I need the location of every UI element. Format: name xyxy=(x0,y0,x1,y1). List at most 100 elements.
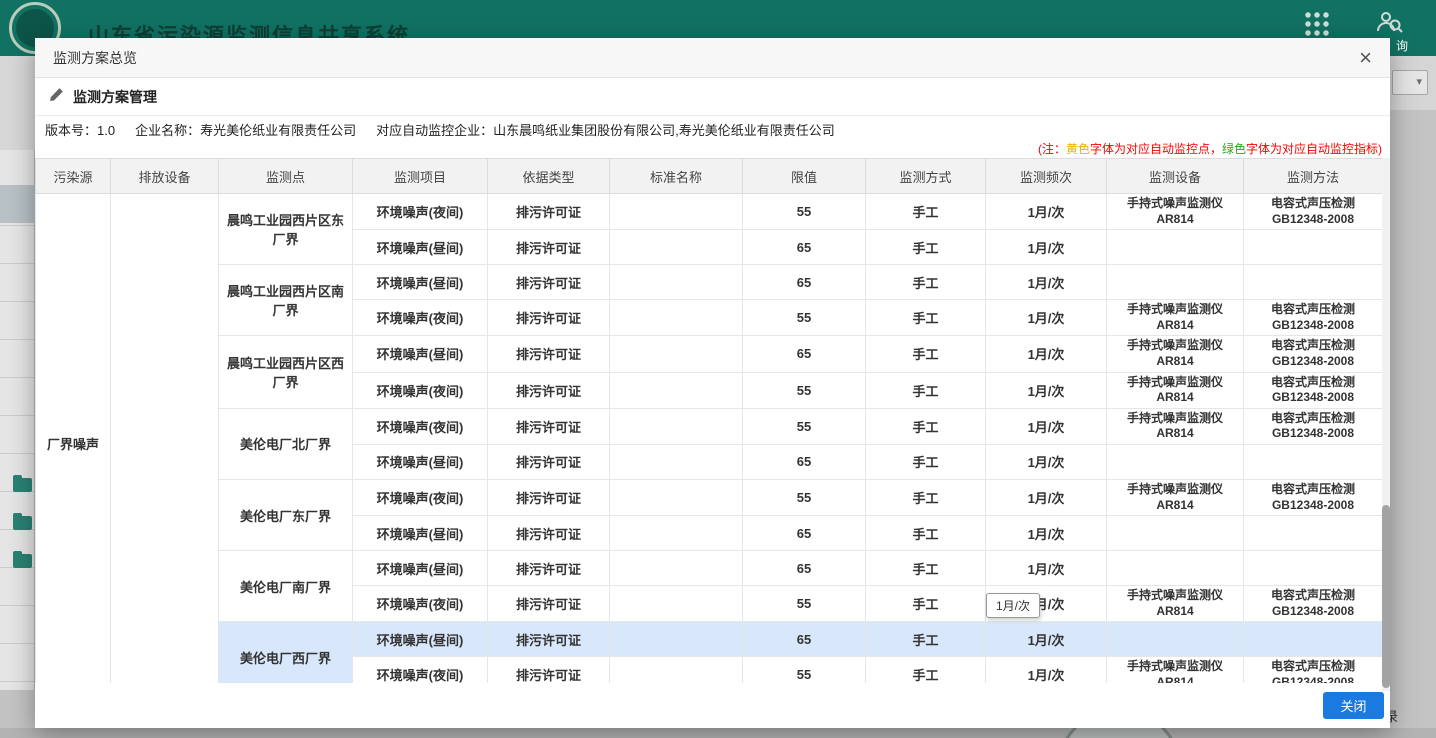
cell-monitor-method[interactable] xyxy=(1244,230,1383,265)
cell-limit-value[interactable]: 55 xyxy=(743,657,866,683)
cell-monitor-item[interactable]: 环境噪声(昼间) xyxy=(353,444,488,479)
cell-monitor-item[interactable]: 环境噪声(昼间) xyxy=(353,622,488,657)
cell-monitor-mode[interactable]: 手工 xyxy=(866,194,986,230)
cell-monitor-mode[interactable]: 手工 xyxy=(866,408,986,444)
cell-monitor-frequency[interactable]: 1月/次 xyxy=(986,516,1107,551)
cell-monitor-item[interactable]: 环境噪声(夜间) xyxy=(353,300,488,336)
cell-pollution-source[interactable]: 厂界噪声 xyxy=(36,194,111,684)
cell-standard-name[interactable] xyxy=(610,265,743,300)
cell-basis-type[interactable]: 排污许可证 xyxy=(488,230,610,265)
cell-monitor-device[interactable] xyxy=(1107,265,1244,300)
cell-monitor-item[interactable]: 环境噪声(夜间) xyxy=(353,194,488,230)
cell-standard-name[interactable] xyxy=(610,230,743,265)
cell-monitor-frequency[interactable]: 1月/次 xyxy=(986,622,1107,657)
cell-monitor-item[interactable]: 环境噪声(夜间) xyxy=(353,479,488,515)
cell-monitor-item[interactable]: 环境噪声(昼间) xyxy=(353,516,488,551)
cell-monitor-point[interactable]: 美伦电厂东厂界 xyxy=(219,479,353,550)
cell-limit-value[interactable]: 65 xyxy=(743,230,866,265)
cell-standard-name[interactable] xyxy=(610,586,743,622)
cell-monitor-item[interactable]: 环境噪声(昼间) xyxy=(353,551,488,586)
cell-monitor-device[interactable] xyxy=(1107,551,1244,586)
cell-monitor-frequency[interactable]: 1月/次 xyxy=(986,265,1107,300)
cell-monitor-item[interactable]: 环境噪声(夜间) xyxy=(353,408,488,444)
cell-limit-value[interactable]: 65 xyxy=(743,265,866,300)
cell-standard-name[interactable] xyxy=(610,516,743,551)
cell-standard-name[interactable] xyxy=(610,444,743,479)
cell-limit-value[interactable]: 55 xyxy=(743,586,866,622)
cell-monitor-mode[interactable]: 手工 xyxy=(866,516,986,551)
cell-monitor-device[interactable]: 手持式噪声监测仪 AR814 xyxy=(1107,479,1244,515)
cell-monitor-method[interactable] xyxy=(1244,444,1383,479)
cell-monitor-frequency[interactable]: 1月/次 xyxy=(986,657,1107,683)
cell-standard-name[interactable] xyxy=(610,194,743,230)
cell-basis-type[interactable]: 排污许可证 xyxy=(488,336,610,372)
cell-monitor-point[interactable]: 美伦电厂南厂界 xyxy=(219,551,353,622)
cell-monitor-device[interactable]: 手持式噪声监测仪 AR814 xyxy=(1107,586,1244,622)
cell-monitor-frequency[interactable]: 1月/次 xyxy=(986,230,1107,265)
cell-monitor-item[interactable]: 环境噪声(昼间) xyxy=(353,265,488,300)
cell-monitor-point[interactable]: 晨鸣工业园西片区南厂界 xyxy=(219,265,353,336)
cell-emission-equipment[interactable] xyxy=(111,194,219,684)
cell-monitor-method[interactable]: 电容式声压检测 GB12348-2008 xyxy=(1244,408,1383,444)
cell-monitor-frequency[interactable]: 1月/次 xyxy=(986,444,1107,479)
cell-basis-type[interactable]: 排污许可证 xyxy=(488,586,610,622)
cell-monitor-item[interactable]: 环境噪声(昼间) xyxy=(353,336,488,372)
table-row[interactable]: 美伦电厂北厂界环境噪声(夜间)排污许可证55手工1月/次手持式噪声监测仪 AR8… xyxy=(36,408,1383,444)
cell-monitor-device[interactable]: 手持式噪声监测仪 AR814 xyxy=(1107,194,1244,230)
cell-standard-name[interactable] xyxy=(610,372,743,408)
cell-monitor-frequency[interactable]: 1月/次 xyxy=(986,372,1107,408)
cell-monitor-method[interactable] xyxy=(1244,622,1383,657)
cell-basis-type[interactable]: 排污许可证 xyxy=(488,300,610,336)
cell-limit-value[interactable]: 65 xyxy=(743,551,866,586)
cell-monitor-item[interactable]: 环境噪声(昼间) xyxy=(353,230,488,265)
cell-monitor-method[interactable]: 电容式声压检测 GB12348-2008 xyxy=(1244,586,1383,622)
cell-limit-value[interactable]: 65 xyxy=(743,622,866,657)
cell-monitor-mode[interactable]: 手工 xyxy=(866,336,986,372)
cell-monitor-device[interactable]: 手持式噪声监测仪 AR814 xyxy=(1107,408,1244,444)
cell-monitor-method[interactable]: 电容式声压检测 GB12348-2008 xyxy=(1244,479,1383,515)
table-row[interactable]: 厂界噪声晨鸣工业园西片区东厂界环境噪声(夜间)排污许可证55手工1月/次手持式噪… xyxy=(36,194,1383,230)
cell-basis-type[interactable]: 排污许可证 xyxy=(488,408,610,444)
cell-monitor-mode[interactable]: 手工 xyxy=(866,622,986,657)
table-row[interactable]: 美伦电厂东厂界环境噪声(夜间)排污许可证55手工1月/次手持式噪声监测仪 AR8… xyxy=(36,479,1383,515)
cell-standard-name[interactable] xyxy=(610,622,743,657)
cell-monitor-frequency[interactable]: 1月/次 xyxy=(986,300,1107,336)
cell-monitor-device[interactable]: 手持式噪声监测仪 AR814 xyxy=(1107,300,1244,336)
cell-monitor-device[interactable] xyxy=(1107,230,1244,265)
cell-basis-type[interactable]: 排污许可证 xyxy=(488,622,610,657)
cell-basis-type[interactable]: 排污许可证 xyxy=(488,657,610,683)
cell-limit-value[interactable]: 55 xyxy=(743,479,866,515)
cell-monitor-method[interactable]: 电容式声压检测 GB12348-2008 xyxy=(1244,657,1383,683)
cell-monitor-mode[interactable]: 手工 xyxy=(866,372,986,408)
table-row[interactable]: 美伦电厂西厂界环境噪声(昼间)排污许可证65手工1月/次 xyxy=(36,622,1383,657)
cell-limit-value[interactable]: 65 xyxy=(743,336,866,372)
close-button[interactable]: 关闭 xyxy=(1323,692,1384,719)
close-icon[interactable]: × xyxy=(1359,48,1372,68)
cell-monitor-frequency[interactable]: 1月/次 xyxy=(986,336,1107,372)
cell-monitor-mode[interactable]: 手工 xyxy=(866,230,986,265)
cell-limit-value[interactable]: 55 xyxy=(743,408,866,444)
cell-monitor-method[interactable] xyxy=(1244,551,1383,586)
table-row[interactable]: 晨鸣工业园西片区西厂界环境噪声(昼间)排污许可证65手工1月/次手持式噪声监测仪… xyxy=(36,336,1383,372)
cell-monitor-mode[interactable]: 手工 xyxy=(866,265,986,300)
cell-basis-type[interactable]: 排污许可证 xyxy=(488,516,610,551)
cell-standard-name[interactable] xyxy=(610,336,743,372)
cell-standard-name[interactable] xyxy=(610,551,743,586)
cell-monitor-mode[interactable]: 手工 xyxy=(866,657,986,683)
cell-basis-type[interactable]: 排污许可证 xyxy=(488,551,610,586)
cell-monitor-frequency[interactable]: 1月/次 xyxy=(986,408,1107,444)
cell-basis-type[interactable]: 排污许可证 xyxy=(488,265,610,300)
scrollbar-thumb[interactable] xyxy=(1382,505,1390,688)
scrollbar-track[interactable] xyxy=(1382,158,1390,691)
cell-monitor-item[interactable]: 环境噪声(夜间) xyxy=(353,586,488,622)
cell-basis-type[interactable]: 排污许可证 xyxy=(488,372,610,408)
cell-limit-value[interactable]: 65 xyxy=(743,444,866,479)
cell-monitor-method[interactable] xyxy=(1244,516,1383,551)
cell-standard-name[interactable] xyxy=(610,408,743,444)
cell-monitor-mode[interactable]: 手工 xyxy=(866,444,986,479)
cell-monitor-frequency[interactable]: 1月/次 xyxy=(986,551,1107,586)
cell-monitor-device[interactable]: 手持式噪声监测仪 AR814 xyxy=(1107,336,1244,372)
cell-limit-value[interactable]: 55 xyxy=(743,372,866,408)
cell-monitor-point[interactable]: 晨鸣工业园西片区西厂界 xyxy=(219,336,353,408)
cell-monitor-method[interactable]: 电容式声压检测 GB12348-2008 xyxy=(1244,300,1383,336)
